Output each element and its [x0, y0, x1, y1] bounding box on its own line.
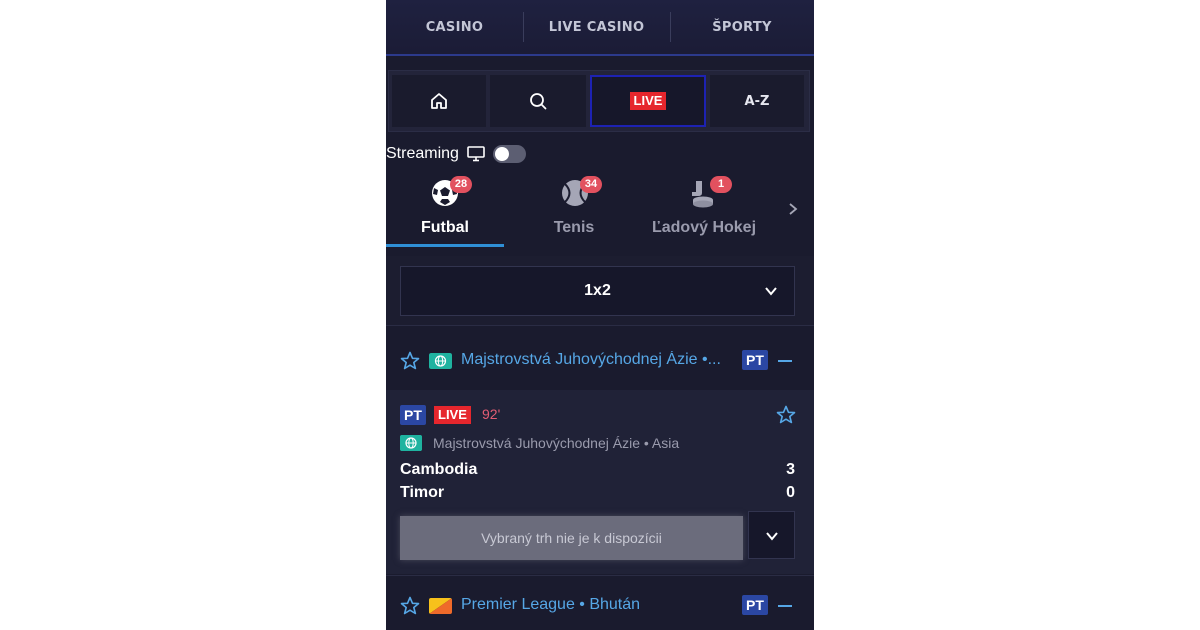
tab-tenis[interactable]: 34 Tenis [514, 172, 634, 248]
home-button[interactable] [392, 75, 486, 127]
bhutan-flag-icon [429, 598, 452, 614]
search-icon [530, 93, 547, 110]
home-icon [431, 93, 447, 109]
expand-markets-button[interactable] [748, 511, 795, 559]
competition-name: Majstrovstvá Juhovýchodnej Ázie • Asia [433, 435, 680, 451]
chevron-right-icon[interactable] [786, 202, 800, 216]
tenis-label: Tenis [553, 219, 595, 236]
nav-casino[interactable]: CASINO [386, 0, 523, 54]
futbal-label: Futbal [421, 219, 469, 236]
pt-badge: PT [400, 405, 426, 425]
away-team: Timor [400, 484, 445, 501]
home-score: 3 [786, 461, 795, 478]
active-tab-indicator [386, 244, 504, 247]
league-name[interactable]: Premier League • Bhután [461, 596, 640, 614]
market-value: 1x2 [584, 282, 611, 299]
streaming-row: Streaming [386, 143, 526, 165]
top-navigation: CASINO LIVE CASINO ŠPORTY [386, 0, 814, 56]
tab-futbal[interactable]: 28 Futbal [386, 172, 504, 248]
chevron-down-icon [766, 532, 778, 541]
star-icon[interactable] [400, 351, 420, 371]
collapse-icon[interactable] [778, 360, 792, 362]
sport-tabs: 28 Futbal 34 Tenis 1 Ľadový Hokej [386, 172, 814, 250]
star-icon[interactable] [776, 405, 796, 425]
nav-live-casino[interactable]: LIVE CASINO [523, 0, 670, 54]
match-card[interactable]: PT LIVE 92' Majstrovstvá Juhovýchodnej Á… [386, 390, 814, 574]
globe-icon [400, 435, 422, 451]
league-header[interactable]: Majstrovstvá Juhovýchodnej Ázie •... PT [386, 327, 814, 397]
quick-access-bar: LIVE A-Z [388, 70, 810, 132]
monitor-icon [467, 146, 485, 162]
sportsbook-panel: CASINO LIVE CASINO ŠPORTY LIVE A-Z Strea… [386, 0, 814, 630]
home-team: Cambodia [400, 461, 478, 478]
search-button[interactable] [490, 75, 586, 127]
futbal-count-badge: 28 [450, 176, 472, 193]
league-name[interactable]: Majstrovstvá Juhovýchodnej Ázie •... [461, 351, 721, 369]
tenis-count-badge: 34 [580, 176, 602, 193]
away-score: 0 [786, 484, 795, 501]
match-minute: 92' [482, 406, 501, 422]
market-select[interactable]: 1x2 [400, 266, 795, 316]
nav-sports[interactable]: ŠPORTY [670, 0, 814, 54]
market-selector-section: 1x2 [386, 256, 814, 326]
league-header[interactable]: Premier League • Bhután PT [386, 575, 814, 630]
live-button[interactable]: LIVE [590, 75, 706, 127]
collapse-icon[interactable] [778, 605, 792, 607]
az-button[interactable]: A-Z [710, 75, 804, 127]
tab-ladovy-hokej[interactable]: 1 Ľadový Hokej [644, 172, 764, 248]
globe-icon [429, 353, 452, 369]
star-icon[interactable] [400, 596, 420, 616]
streaming-label: Streaming [386, 145, 459, 162]
streaming-toggle[interactable] [492, 145, 526, 163]
hokej-count-badge: 1 [710, 176, 732, 193]
hokej-label: Ľadový Hokej [651, 219, 757, 236]
market-unavailable-notice: Vybraný trh nie je k dispozícii [400, 516, 743, 560]
pt-badge: PT [742, 595, 768, 615]
live-label: LIVE [629, 92, 667, 110]
pt-badge: PT [742, 350, 768, 370]
live-badge: LIVE [434, 406, 471, 424]
chevron-down-icon [765, 287, 777, 296]
